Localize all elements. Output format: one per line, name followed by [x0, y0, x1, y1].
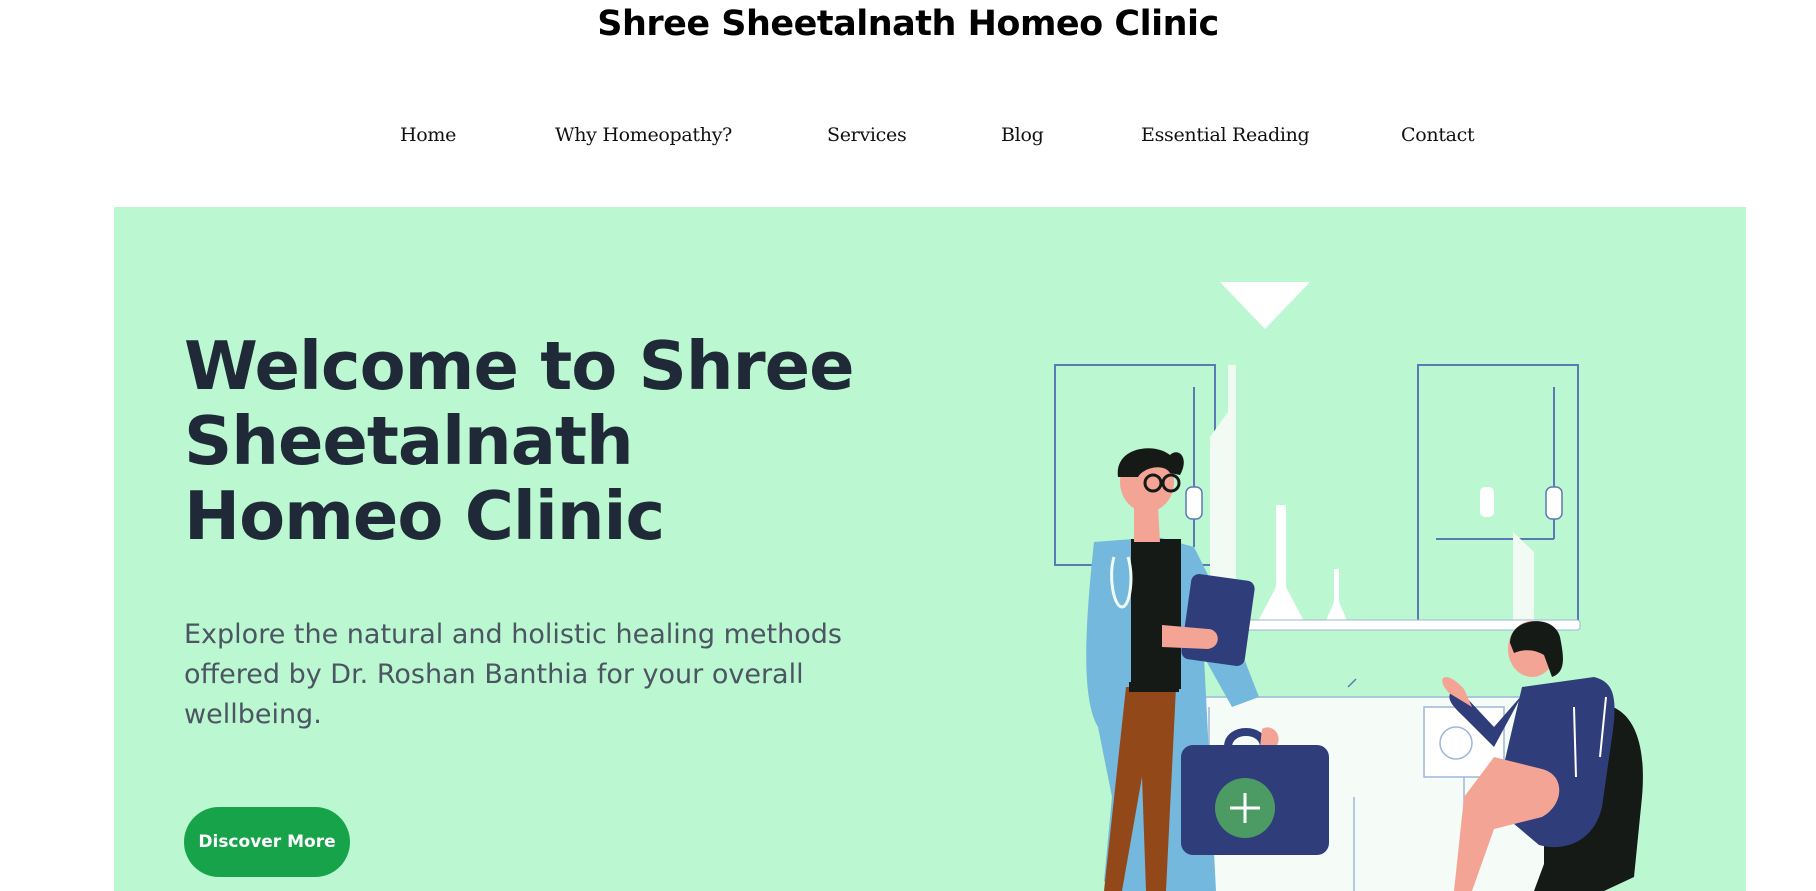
nav-item-why-homeopathy[interactable]: Why Homeopathy?	[555, 124, 732, 146]
hero-section: Welcome to Shree Sheetalnath Homeo Clini…	[114, 207, 1746, 891]
flask-large	[1256, 505, 1306, 625]
main-navigation: Home Why Homeopathy? Services Blog Essen…	[0, 124, 1816, 150]
nav-item-blog[interactable]: Blog	[1001, 124, 1044, 146]
nav-item-contact[interactable]: Contact	[1401, 124, 1475, 146]
site-title: Shree Sheetalnath Homeo Clinic	[597, 4, 1219, 44]
flask-small	[1324, 569, 1349, 625]
nav-item-essential-reading[interactable]: Essential Reading	[1141, 124, 1310, 146]
nav-item-services[interactable]: Services	[827, 124, 907, 146]
hero-description: Explore the natural and holistic healing…	[184, 619, 842, 730]
doctor-patient-consultation-illustration	[1054, 282, 1643, 891]
discover-more-button[interactable]: Discover More	[184, 807, 350, 877]
lamp-shape	[1220, 282, 1310, 329]
hero-heading: Welcome to Shree Sheetalnath Homeo Clini…	[184, 327, 855, 555]
clipboard	[1181, 574, 1255, 666]
nav-item-home[interactable]: Home	[400, 124, 456, 146]
